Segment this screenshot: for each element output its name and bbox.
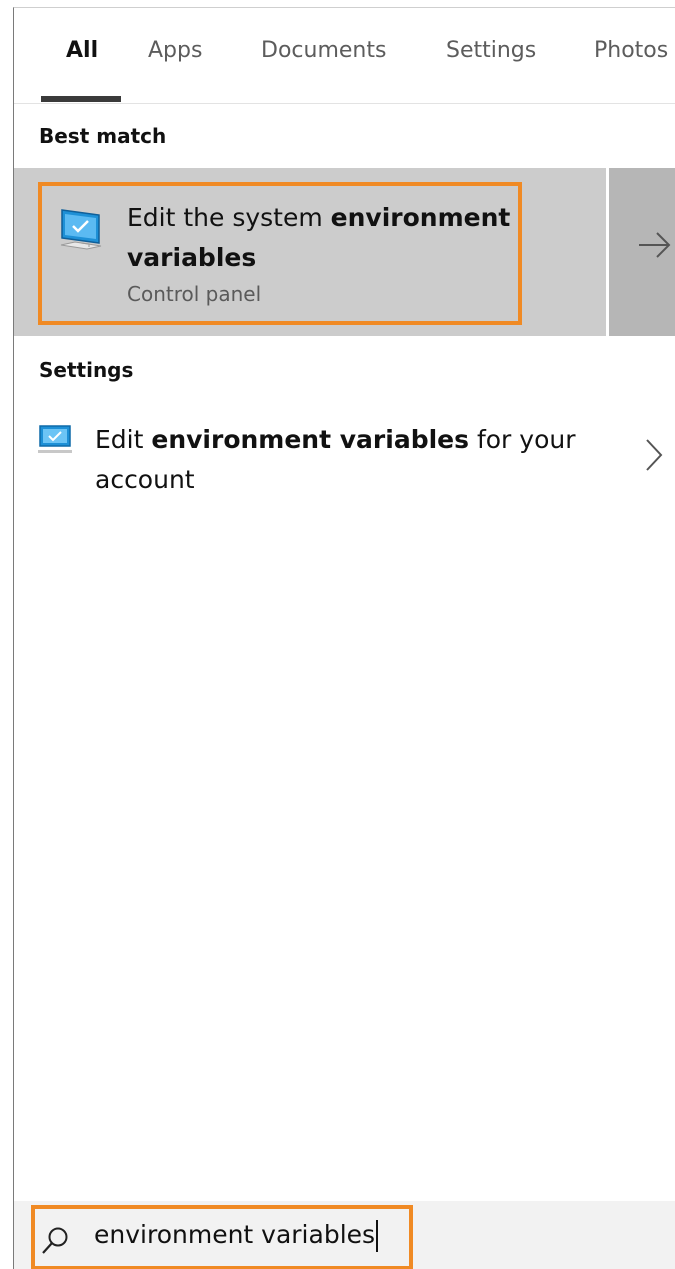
tab-settings[interactable]: Settings [446, 38, 536, 63]
best-match-highlight [38, 182, 522, 325]
settings-result-title[interactable]: Edit environment variables for your acco… [95, 420, 615, 500]
chevron-right-icon[interactable] [644, 438, 664, 472]
tab-apps[interactable]: Apps [148, 38, 202, 63]
search-input-highlight [31, 1205, 413, 1269]
settings-header: Settings [39, 358, 134, 382]
active-tab-indicator [41, 96, 121, 102]
best-match-open-button[interactable] [609, 168, 675, 336]
tab-documents[interactable]: Documents [261, 38, 386, 63]
arrow-right-icon [639, 232, 671, 258]
tab-photos[interactable]: Photos [594, 38, 668, 63]
best-match-header: Best match [39, 124, 167, 148]
tab-all[interactable]: All [66, 38, 98, 63]
monitor-settings-icon [38, 425, 72, 453]
filter-tabs: All Apps Documents Settings Photos [14, 8, 675, 104]
search-results-panel: All Apps Documents Settings Photos Best … [13, 7, 675, 1269]
